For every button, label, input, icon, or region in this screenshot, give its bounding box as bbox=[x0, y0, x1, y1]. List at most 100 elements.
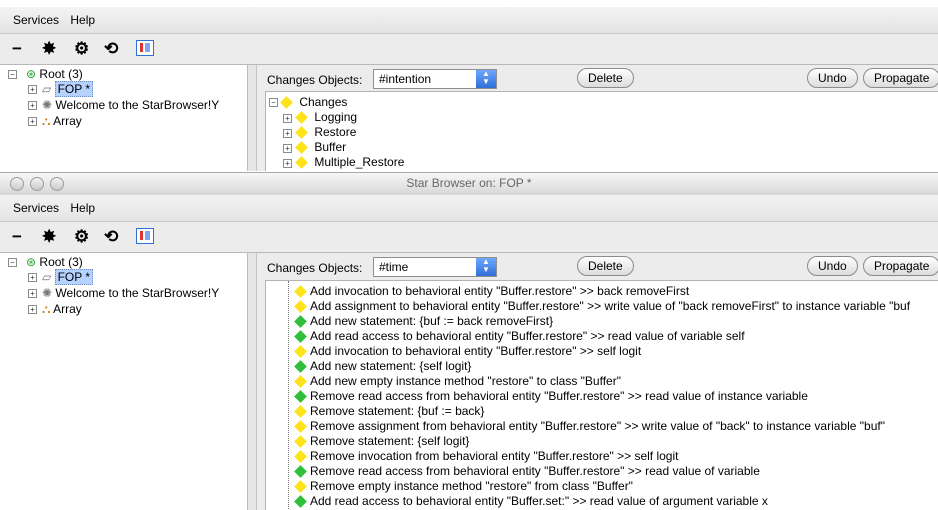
bottom-propagate-button[interactable]: Propagate bbox=[863, 256, 938, 276]
top-expander-root[interactable]: − bbox=[8, 70, 17, 79]
bottom-expander-fop[interactable]: + bbox=[28, 273, 37, 282]
change-item-text: Remove invocation from behavioral entity… bbox=[310, 449, 679, 463]
top-expander-multiple-restore[interactable]: + bbox=[283, 159, 292, 168]
change-item[interactable]: Add new statement: {self logit} bbox=[294, 358, 472, 374]
window-icon[interactable] bbox=[136, 228, 154, 244]
bottom-splitter[interactable] bbox=[248, 253, 257, 510]
top-changes-item-label: Multiple_Restore bbox=[314, 155, 405, 169]
folder-icon: ▱ bbox=[42, 82, 52, 96]
top-undo-button[interactable]: Undo bbox=[807, 68, 858, 88]
change-item[interactable]: Add invocation to behavioral entity "Buf… bbox=[294, 283, 690, 299]
bottom-tree-fop[interactable]: ▱ FOP * bbox=[42, 269, 94, 285]
top-expander-fop[interactable]: + bbox=[28, 85, 37, 94]
top-changes-item-multiple-restore[interactable]: Multiple_Restore bbox=[295, 155, 405, 170]
top-changes-item-label: Logging bbox=[314, 110, 358, 124]
change-item-text: Add assignment to behavioral entity "Buf… bbox=[310, 299, 911, 313]
stepper-arrows-icon: ▲ ▼ bbox=[476, 258, 496, 276]
bottom-left-tree: − ⊛ Root (3) + ▱ FOP * + ✺ Welcome to th… bbox=[0, 253, 248, 510]
bottom-expander-array[interactable]: + bbox=[28, 305, 37, 314]
window-titlebar[interactable]: Star Browser on: FOP * bbox=[0, 172, 938, 196]
change-item[interactable]: Remove statement: {buf := back} bbox=[294, 403, 485, 419]
top-tree-array[interactable]: ⛬ Array bbox=[42, 114, 82, 128]
diamond-icon bbox=[295, 126, 308, 140]
change-item[interactable]: Add read access to behavioral entity "Bu… bbox=[294, 328, 745, 344]
rotate-icon[interactable]: ⟲ bbox=[104, 40, 118, 58]
bottom-menubar: Services Help bbox=[0, 195, 938, 222]
bottom-changes-list: Add invocation to behavioral entity "Buf… bbox=[265, 280, 938, 510]
top-menu-help[interactable]: Help bbox=[70, 13, 95, 27]
top-toolbar: − ✸ ⚙ ⟲ bbox=[0, 34, 938, 65]
diamond-icon bbox=[294, 300, 307, 314]
splash-icon[interactable]: ✸ bbox=[42, 40, 56, 58]
bottom-menu-help[interactable]: Help bbox=[70, 201, 95, 215]
top-changes-item-label: Buffer bbox=[314, 140, 347, 154]
bottom-changes-select[interactable]: #time ▲ ▼ bbox=[373, 257, 497, 277]
top-tree-welcome[interactable]: ✺ Welcome to the StarBrowser!Y bbox=[42, 98, 219, 112]
top-expander-restore[interactable]: + bbox=[283, 129, 292, 138]
top-splitter[interactable] bbox=[248, 65, 257, 171]
top-tree-fop-label: FOP * bbox=[54, 81, 94, 97]
change-item-text: Add new statement: {self logit} bbox=[310, 359, 472, 373]
array-icon: ⛬ bbox=[42, 114, 51, 128]
top-tree-fop[interactable]: ▱ FOP * bbox=[42, 81, 94, 97]
top-expander-welcome[interactable]: + bbox=[28, 101, 37, 110]
change-item[interactable]: Add assignment to behavioral entity "Buf… bbox=[294, 298, 911, 314]
change-item[interactable]: Remove assignment from behavioral entity… bbox=[294, 418, 885, 434]
top-expander-buffer[interactable]: + bbox=[283, 144, 292, 153]
diamond-icon bbox=[294, 420, 307, 434]
gear-icon[interactable]: ⚙ bbox=[74, 40, 89, 58]
top-propagate-button[interactable]: Propagate bbox=[863, 68, 938, 88]
change-item-text: Remove assignment from behavioral entity… bbox=[310, 419, 885, 433]
top-delete-button[interactable]: Delete bbox=[577, 68, 634, 88]
bottom-expander-welcome[interactable]: + bbox=[28, 289, 37, 298]
gear-icon[interactable]: ⚙ bbox=[74, 228, 89, 246]
top-changes-item-restore[interactable]: Restore bbox=[295, 125, 356, 140]
bottom-changes-select-value: #time bbox=[379, 260, 409, 274]
change-item[interactable]: Remove invocation from behavioral entity… bbox=[294, 448, 679, 464]
top-tree-root[interactable]: ⊛ Root (3) bbox=[26, 67, 83, 81]
change-item-text: Remove statement: {buf := back} bbox=[310, 404, 485, 418]
top-tree-welcome-label: Welcome to the StarBrowser!Y bbox=[55, 98, 220, 112]
change-item[interactable]: Add invocation to behavioral entity "Buf… bbox=[294, 343, 641, 359]
change-item-text: Remove statement: {self logit} bbox=[310, 434, 470, 448]
change-item[interactable]: Remove read access from behavioral entit… bbox=[294, 463, 760, 479]
change-item[interactable]: Add new empty instance method "restore" … bbox=[294, 373, 621, 389]
change-item-text: Remove read access from behavioral entit… bbox=[310, 464, 760, 478]
diamond-icon bbox=[294, 315, 307, 329]
splash-icon[interactable]: ✸ bbox=[42, 228, 56, 246]
top-menu-services[interactable]: Services bbox=[13, 13, 59, 27]
change-item-text: Add read access to behavioral entity "Bu… bbox=[310, 329, 745, 343]
diamond-icon bbox=[294, 450, 307, 464]
bottom-tree-root[interactable]: ⊛ Root (3) bbox=[26, 255, 83, 269]
minus-icon[interactable]: − bbox=[12, 228, 22, 246]
top-changes-select[interactable]: #intention ▲ ▼ bbox=[373, 69, 497, 89]
change-item[interactable]: Add new statement: {buf := back removeFi… bbox=[294, 313, 553, 329]
change-item[interactable]: Remove read access from behavioral entit… bbox=[294, 388, 808, 404]
diamond-icon bbox=[295, 141, 308, 155]
top-changes-item-buffer[interactable]: Buffer bbox=[295, 140, 347, 155]
top-expander-array[interactable]: + bbox=[28, 117, 37, 126]
bottom-menu-services[interactable]: Services bbox=[13, 201, 59, 215]
window-icon[interactable] bbox=[136, 40, 154, 56]
top-changes-root-label: Changes bbox=[299, 95, 348, 109]
bottom-undo-button[interactable]: Undo bbox=[807, 256, 858, 276]
bottom-tree-welcome[interactable]: ✺ Welcome to the StarBrowser!Y bbox=[42, 286, 219, 300]
top-changes-expander[interactable]: − bbox=[269, 98, 278, 107]
change-item[interactable]: Add read access to behavioral entity "Bu… bbox=[294, 493, 768, 509]
change-item-text: Add invocation to behavioral entity "Buf… bbox=[310, 284, 690, 298]
top-changes-root[interactable]: Changes bbox=[280, 95, 348, 110]
change-item[interactable]: Remove empty instance method "restore" f… bbox=[294, 478, 633, 494]
bottom-tree-array[interactable]: ⛬ Array bbox=[42, 302, 82, 316]
top-changes-item-logging[interactable]: Logging bbox=[295, 110, 358, 125]
tree-guide-line bbox=[288, 281, 289, 510]
top-expander-logging[interactable]: + bbox=[283, 114, 292, 123]
bottom-tree-array-label: Array bbox=[53, 302, 82, 316]
bottom-delete-button[interactable]: Delete bbox=[577, 256, 634, 276]
change-item[interactable]: Remove statement: {self logit} bbox=[294, 433, 470, 449]
change-item-text: Add read access to behavioral entity "Bu… bbox=[310, 494, 768, 508]
folder-icon: ▱ bbox=[42, 270, 52, 284]
bottom-expander-root[interactable]: − bbox=[8, 258, 17, 267]
minus-icon[interactable]: − bbox=[12, 40, 22, 58]
rotate-icon[interactable]: ⟲ bbox=[104, 228, 118, 246]
change-item-text: Remove read access from behavioral entit… bbox=[310, 389, 808, 403]
